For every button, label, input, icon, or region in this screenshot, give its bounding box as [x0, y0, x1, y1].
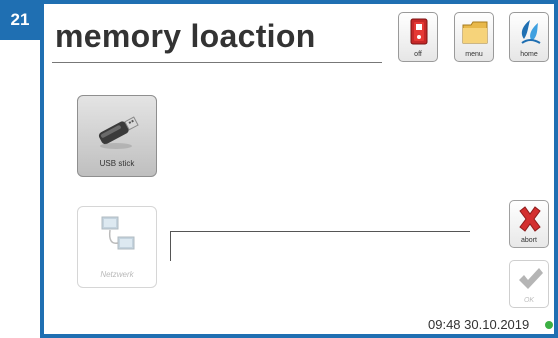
power-switch-icon — [410, 18, 428, 45]
frame-top — [40, 0, 558, 4]
path-field-left-border — [170, 231, 171, 261]
ok-label: OK — [523, 297, 535, 304]
off-button[interactable]: off — [398, 12, 438, 62]
frame-bottom — [40, 334, 558, 338]
time-text: 09:48 — [428, 317, 461, 332]
datetime-status: 09:48 30.10.2019 — [428, 317, 529, 332]
status-indicator — [545, 321, 553, 329]
menu-label: menu — [465, 51, 483, 58]
page-title: memory loaction — [55, 18, 316, 54]
x-icon — [519, 206, 541, 232]
path-field[interactable] — [170, 231, 470, 261]
usb-stick-label: USB stick — [99, 159, 135, 168]
network-label: Netzwerk — [100, 270, 134, 279]
checkmark-icon — [519, 268, 543, 289]
folder-icon — [462, 21, 488, 44]
frame-right — [554, 0, 558, 338]
title-underline — [52, 62, 382, 63]
ok-button[interactable]: OK — [509, 260, 549, 308]
step-badge: 21 — [0, 0, 40, 40]
abort-button[interactable]: abort — [509, 200, 549, 248]
abort-label: abort — [521, 237, 537, 244]
network-computers-icon — [101, 216, 135, 250]
off-label: off — [414, 51, 422, 58]
menu-button[interactable]: menu — [454, 12, 494, 62]
home-drop-icon — [521, 20, 541, 44]
network-button[interactable]: Netzwerk — [77, 206, 157, 288]
usb-stick-button[interactable]: USB stick — [77, 95, 157, 177]
usb-stick-icon — [98, 116, 139, 149]
home-button[interactable]: home — [509, 12, 549, 62]
path-field-top-border — [170, 231, 470, 232]
frame-left — [40, 0, 44, 338]
date-text: 30.10.2019 — [464, 317, 530, 332]
home-label: home — [520, 51, 538, 58]
